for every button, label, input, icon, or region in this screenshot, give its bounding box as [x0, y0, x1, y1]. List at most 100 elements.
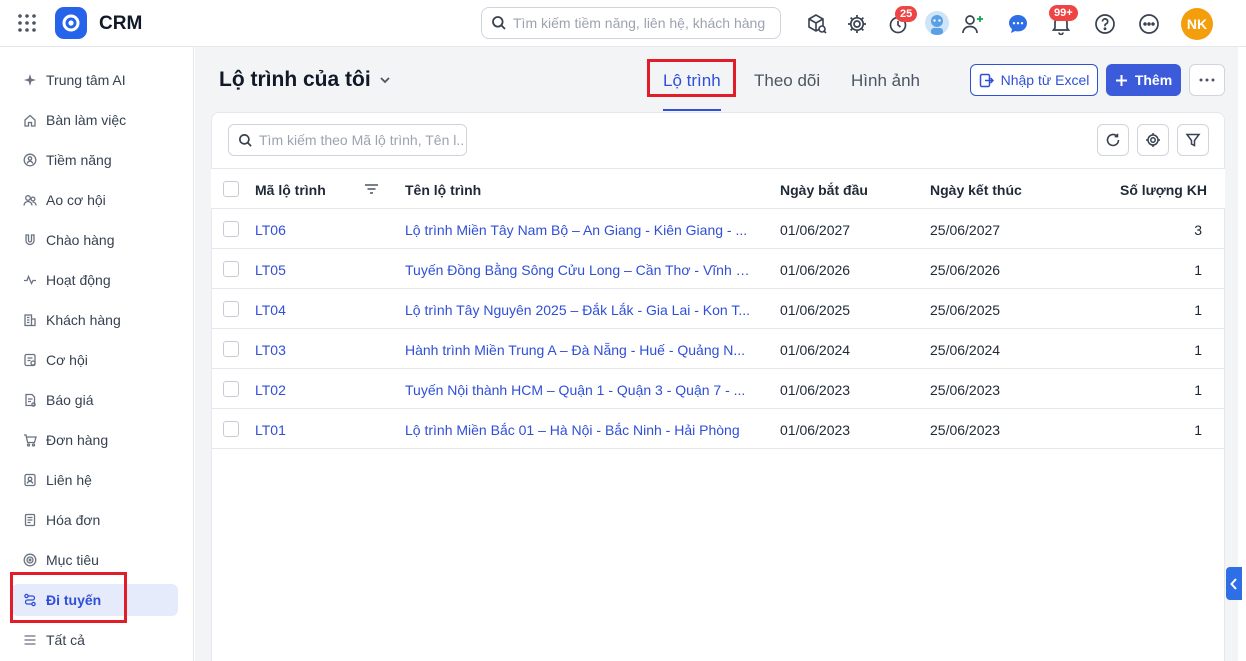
sidebar-item-14[interactable]: Tất cả — [12, 624, 178, 656]
package-search-icon[interactable] — [805, 12, 829, 36]
column-header-name[interactable]: Tên lộ trình — [405, 182, 481, 198]
route-code-link[interactable]: LT06 — [255, 222, 286, 238]
table-row[interactable]: LT01 Lộ trình Miền Bắc 01 – Hà Nội - Bắc … — [211, 409, 1225, 449]
sidebar-item-label: Đơn hàng — [46, 432, 109, 448]
sidebar-item-3[interactable]: Ao cơ hội — [12, 184, 178, 216]
sidebar-item-7[interactable]: Cơ hội — [12, 344, 178, 376]
active-tab-indicator — [663, 109, 721, 111]
start-date: 01/06/2023 — [780, 422, 851, 438]
column-header-start-date[interactable]: Ngày bắt đầu — [780, 182, 868, 198]
sidebar-item-4[interactable]: Chào hàng — [12, 224, 178, 256]
route-code-link[interactable]: LT02 — [255, 382, 286, 398]
sidebar-item-label: Trung tâm AI — [46, 72, 126, 88]
sidebar-item-0[interactable]: Trung tâm AI — [12, 64, 178, 96]
top-bar: CRM 25 99+ NK — [0, 0, 1246, 47]
route-name-link[interactable]: Lộ trình Tây Nguyên 2025 – Đắk Lắk - Gia… — [405, 302, 750, 318]
global-search[interactable] — [481, 7, 781, 39]
home-icon — [23, 113, 37, 127]
sidebar-item-5[interactable]: Hoạt động — [12, 264, 178, 296]
global-search-input[interactable] — [513, 15, 771, 31]
chat-bubble-icon[interactable] — [1006, 12, 1030, 36]
end-date: 25/06/2024 — [930, 342, 1001, 358]
menu-icon — [23, 633, 37, 647]
more-button[interactable] — [1189, 64, 1225, 96]
magnet-icon — [23, 233, 37, 247]
row-checkbox[interactable] — [223, 381, 239, 397]
filter-button[interactable] — [1177, 124, 1209, 156]
sidebar-item-10[interactable]: Liên hệ — [12, 464, 178, 496]
import-excel-button[interactable]: Nhập từ Excel — [970, 64, 1098, 96]
more-options-icon[interactable] — [1137, 12, 1161, 36]
start-date: 01/06/2023 — [780, 382, 851, 398]
table-header: Mã lộ trình Tên lộ trình Ngày bắt đầu Ng… — [211, 168, 1225, 209]
column-menu-icon[interactable] — [364, 182, 379, 196]
refresh-button[interactable] — [1097, 124, 1129, 156]
page-title-dropdown[interactable]: Lộ trình của tôi — [219, 68, 391, 92]
sidebar-item-1[interactable]: Bàn làm việc — [12, 104, 178, 136]
table-search-input[interactable] — [259, 132, 463, 148]
sidebar-item-8[interactable]: Báo giá — [12, 384, 178, 416]
row-checkbox[interactable] — [223, 221, 239, 237]
route-name-link[interactable]: Tuyến Đồng Bằng Sông Cửu Long – Cần Thơ … — [405, 262, 750, 278]
table-row[interactable]: LT03 Hành trình Miền Trung A – Đà Nẵng - … — [211, 329, 1225, 369]
route-name-link[interactable]: Lộ trình Miền Bắc 01 – Hà Nội - Bắc Ninh… — [405, 422, 750, 438]
start-date: 01/06/2025 — [780, 302, 851, 318]
cart-icon — [23, 433, 37, 447]
row-checkbox[interactable] — [223, 341, 239, 357]
end-date: 25/06/2023 — [930, 382, 1001, 398]
table-settings-button[interactable] — [1137, 124, 1169, 156]
add-user-icon[interactable] — [961, 12, 985, 36]
table-row[interactable]: LT02 Tuyến Nội thành HCM – Quận 1 - Quận … — [211, 369, 1225, 409]
tab-theo-doi[interactable]: Theo dõi — [754, 71, 820, 91]
crm-logo[interactable] — [55, 7, 87, 39]
table-row[interactable]: LT06 Lộ trình Miền Tây Nam Bộ – An Giang … — [211, 209, 1225, 249]
route-name-link[interactable]: Hành trình Miền Trung A – Đà Nẵng - Huế … — [405, 342, 750, 358]
route-name-link[interactable]: Lộ trình Miền Tây Nam Bộ – An Giang - Ki… — [405, 222, 750, 238]
contact-icon — [23, 473, 37, 487]
customer-count: 3 — [1194, 222, 1202, 238]
row-checkbox[interactable] — [223, 261, 239, 277]
sidebar-item-2[interactable]: Tiềm năng — [12, 144, 178, 176]
row-checkbox[interactable] — [223, 421, 239, 437]
end-date: 25/06/2026 — [930, 262, 1001, 278]
column-header-code[interactable]: Mã lộ trình — [255, 182, 326, 198]
apps-grid-icon[interactable] — [17, 13, 37, 33]
route-code-link[interactable]: LT01 — [255, 422, 286, 438]
highlight-box-sidebar — [10, 572, 127, 623]
sidebar-item-11[interactable]: Hóa đơn — [12, 504, 178, 536]
end-date: 25/06/2027 — [930, 222, 1001, 238]
bot-avatar-icon[interactable] — [925, 11, 949, 35]
tab-hinh-anh[interactable]: Hình ảnh — [851, 71, 920, 91]
highlight-box-tab — [647, 59, 736, 97]
end-date: 25/06/2023 — [930, 422, 1001, 438]
add-button[interactable]: Thêm — [1106, 64, 1181, 96]
column-header-end-date[interactable]: Ngày kết thúc — [930, 182, 1022, 198]
table-search[interactable] — [228, 124, 467, 156]
row-checkbox[interactable] — [223, 301, 239, 317]
table-row[interactable]: LT04 Lộ trình Tây Nguyên 2025 – Đắk Lắk -… — [211, 289, 1225, 329]
end-date: 25/06/2025 — [930, 302, 1001, 318]
add-label: Thêm — [1134, 72, 1173, 88]
page-title: Lộ trình của tôi — [219, 68, 371, 91]
column-header-customer-count[interactable]: Số lượng KH — [1120, 182, 1207, 198]
opportunity-icon — [23, 353, 37, 367]
route-name-link[interactable]: Tuyến Nội thành HCM – Quận 1 - Quận 3 - … — [405, 382, 750, 398]
chevron-left-icon — [1230, 577, 1238, 590]
help-icon[interactable] — [1093, 12, 1117, 36]
table-row[interactable]: LT05 Tuyến Đồng Bằng Sông Cửu Long – Cần … — [211, 249, 1225, 289]
sidebar-item-9[interactable]: Đơn hàng — [12, 424, 178, 456]
sidebar-item-label: Mục tiêu — [46, 552, 99, 568]
route-code-link[interactable]: LT04 — [255, 302, 286, 318]
user-avatar[interactable]: NK — [1181, 8, 1213, 40]
ellipsis-icon — [1199, 78, 1215, 82]
route-code-link[interactable]: LT03 — [255, 342, 286, 358]
route-code-link[interactable]: LT05 — [255, 262, 286, 278]
sidebar-item-6[interactable]: Khách hàng — [12, 304, 178, 336]
start-date: 01/06/2027 — [780, 222, 851, 238]
select-all-checkbox[interactable] — [223, 181, 239, 197]
gear-icon — [1145, 132, 1161, 148]
import-icon — [979, 73, 994, 88]
collapse-panel-button[interactable] — [1226, 567, 1242, 600]
customer-count: 1 — [1194, 262, 1202, 278]
settings-gear-icon[interactable] — [845, 12, 869, 36]
